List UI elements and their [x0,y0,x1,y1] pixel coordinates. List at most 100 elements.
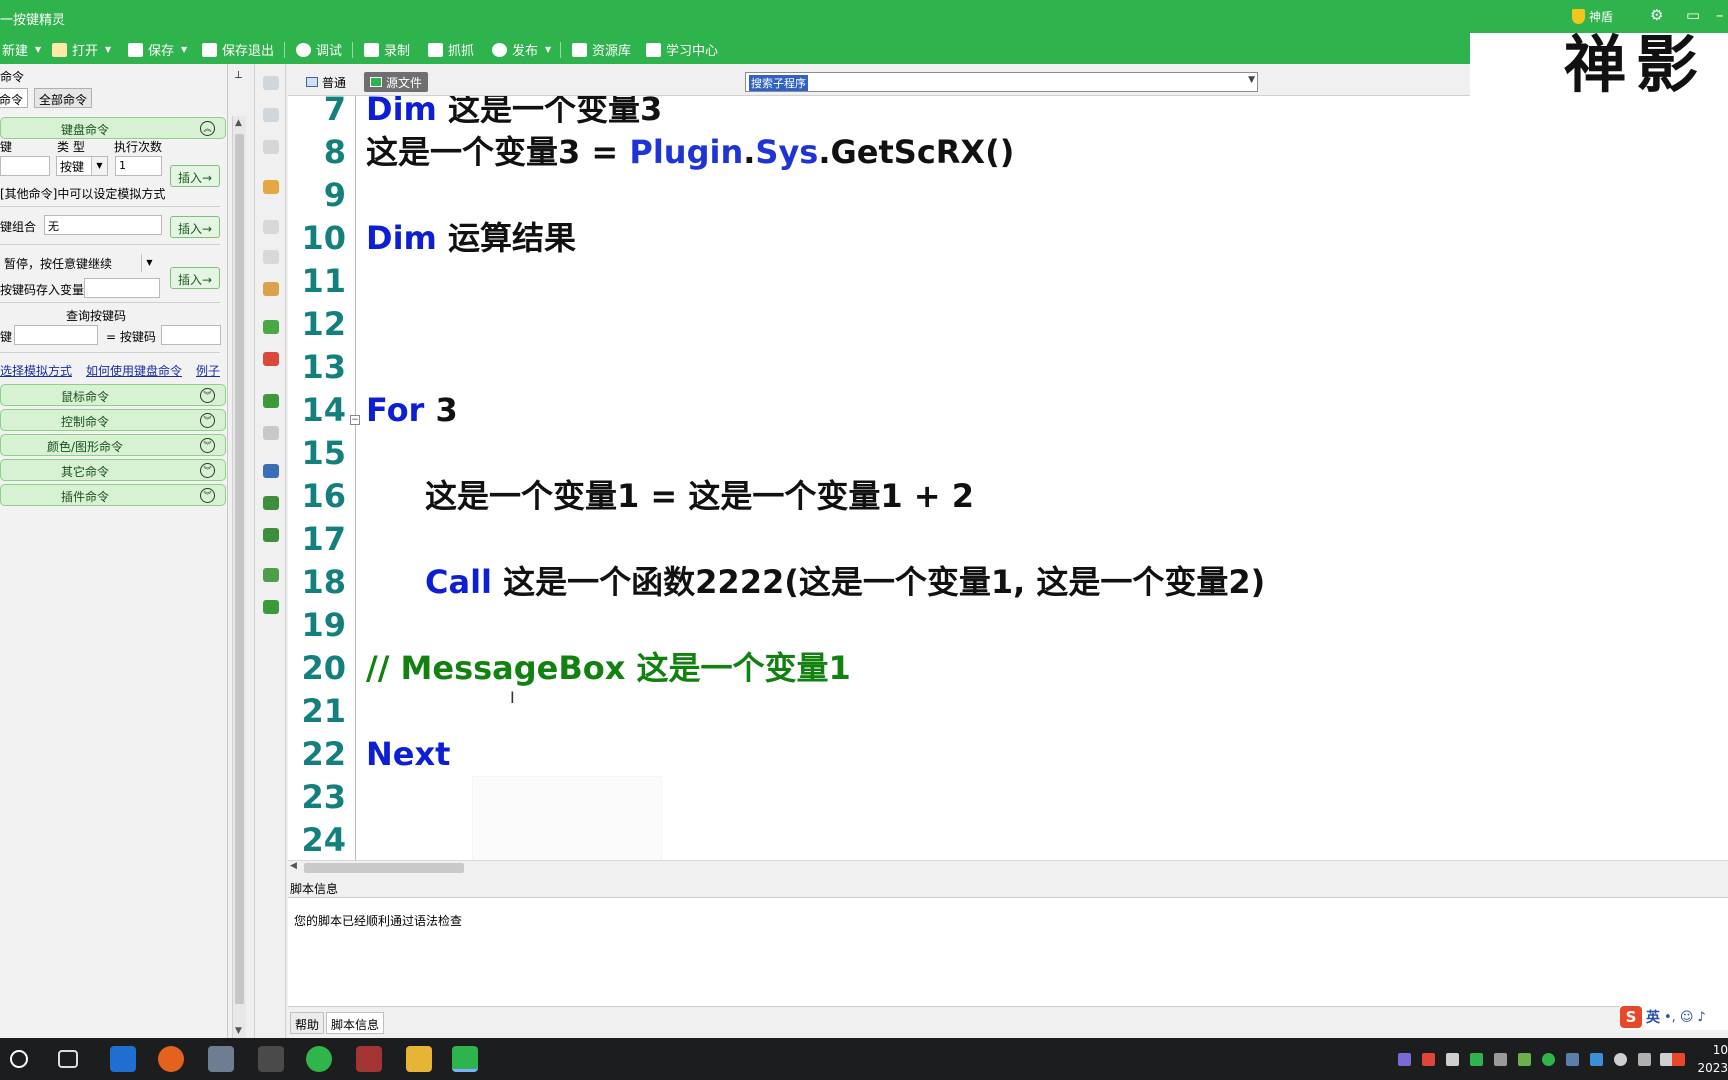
taskbar-firefox-icon[interactable] [158,1046,184,1072]
taskbar-clock[interactable]: 10 2023 [1694,1041,1728,1077]
goto-icon[interactable] [263,464,279,478]
debug-button[interactable]: 调试 [296,40,342,59]
microphone-icon[interactable]: ♪ [1697,1010,1705,1025]
emoji-icon[interactable]: ☺ [1680,1010,1694,1025]
subroutine-search-combo[interactable]: 搜索子程序 ▼ [745,72,1258,92]
taskbar-camera-icon[interactable] [258,1046,284,1072]
insert-pause-button[interactable]: 插入→ [170,267,221,289]
tray-network-icon[interactable] [1590,1053,1603,1066]
tray-microphone-icon[interactable] [1446,1053,1459,1066]
code-line[interactable]: 11 [288,260,1728,303]
tray-nvidia-icon[interactable] [1518,1053,1531,1066]
replace-icon[interactable] [263,528,279,542]
insert-combo-button[interactable]: 插入→ [170,216,221,238]
tray-keyboard-wizard-icon[interactable] [1470,1053,1483,1066]
ime-toolbar[interactable]: S 英 •, ☺ ♪ [1620,1004,1728,1030]
redo-icon[interactable] [263,426,279,440]
code-line[interactable]: 18 Call 这是一个函数2222(这是一个变量1, 这是一个变量2) [288,561,1728,604]
tray-close-icon[interactable] [1614,1053,1627,1066]
query-keycode-output[interactable] [161,325,221,345]
scroll-down-icon[interactable]: ▼ [235,1026,242,1036]
learning-center-button[interactable]: 学习中心 [646,40,718,59]
cut-icon[interactable] [263,220,279,234]
plugin-commands-header[interactable]: 插件命令 ︾ [0,484,226,506]
tray-steam-icon[interactable] [1566,1053,1579,1066]
find-icon[interactable] [263,496,279,510]
paste-icon[interactable] [263,282,279,296]
punctuation-mode[interactable]: •, [1664,1010,1676,1025]
move-up-icon[interactable] [263,108,279,122]
undo-icon[interactable] [263,394,279,408]
execute-count-input[interactable]: 1 [115,156,162,176]
comment-icon[interactable] [263,320,279,334]
key-input[interactable] [0,156,50,176]
resources-button[interactable]: 资源库 [572,40,631,59]
tab-common-commands[interactable]: 常用命令 [0,88,29,108]
code-line[interactable]: 16 这是一个变量1 = 这是一个变量1 + 2 [288,475,1728,518]
tray-icon[interactable] [1422,1053,1435,1066]
code-line[interactable]: 19 [288,604,1728,647]
tray-wechat-icon[interactable] [1542,1053,1555,1066]
publish-button[interactable]: 发布 ▼ [492,40,551,59]
link-select-simulate[interactable]: 选择模拟方式 [0,362,72,379]
code-line[interactable]: 17 [288,518,1728,561]
command-panel-scrollbar[interactable]: ▲ ▼ [232,116,246,1038]
code-line[interactable]: 13 [288,346,1728,389]
hand-icon[interactable] [263,180,279,194]
insert-key-button[interactable]: 插入→ [170,165,221,187]
shield-button[interactable]: 神盾 [1572,8,1613,25]
settings-icon[interactable]: ⚙ [1650,6,1663,24]
control-commands-header[interactable]: 控制命令 ︾ [0,409,226,431]
move-down-icon[interactable] [263,76,279,90]
pin-icon[interactable]: ⊥ [234,70,243,81]
key-type-select[interactable]: 按键 ▼ [56,156,108,176]
code-editor[interactable]: − I 7 Dim 这是一个变量3 8 这是一个变量3 = Plugin.Sys.Ge… [288,96,1728,860]
tab-source-view[interactable]: 源文件 [364,72,429,92]
link-example[interactable]: 例子 [196,362,220,379]
taskbar-file-explorer-icon[interactable] [406,1046,432,1072]
ime-language[interactable]: 英 [1646,1007,1660,1027]
code-line[interactable]: 8 这是一个变量3 = Plugin.Sys.GetScRX() [288,131,1728,174]
code-line[interactable]: 12 [288,303,1728,346]
taskbar-recorder-icon[interactable] [356,1046,382,1072]
code-line[interactable]: 7 Dim 这是一个变量3 [288,96,1728,131]
code-line[interactable]: 22 Next [288,733,1728,776]
task-view-icon[interactable] [58,1050,78,1068]
tab-all-commands[interactable]: 全部命令 [34,88,93,108]
tab-script-info[interactable]: 脚本信息 [326,1012,385,1034]
code-line[interactable]: 14 For 3 [288,389,1728,432]
record-button[interactable]: 录制 [364,40,410,59]
tray-display-icon[interactable] [1638,1053,1651,1066]
view-icon[interactable] [263,600,279,614]
capture-button[interactable]: 抓抓 [428,40,474,59]
keycode-variable-input[interactable] [84,278,160,298]
pause-option-select[interactable]: 暂停，按任意键继续 ▼ [0,253,158,273]
restore-window-icon[interactable]: ▭ [1686,6,1700,24]
mouse-commands-header[interactable]: 鼠标命令 ︾ [0,384,226,406]
tray-sogou-icon[interactable] [1672,1053,1685,1066]
code-line[interactable]: 15 [288,432,1728,475]
delete-icon[interactable] [263,140,279,154]
taskbar-wechat-icon[interactable] [306,1046,332,1072]
color-graphic-commands-header[interactable]: 颜色/图形命令 ︾ [0,434,226,456]
chevron-down-icon[interactable]: ▼ [1248,75,1255,85]
editor-horizontal-scrollbar[interactable]: ◀ [288,860,1728,874]
scroll-up-icon[interactable]: ▲ [235,118,242,128]
tab-normal-view[interactable]: 普通 [300,72,352,92]
code-line[interactable]: 24 [288,819,1728,860]
search-circle-icon[interactable] [10,1050,28,1068]
save-exit-button[interactable]: 保存退出 [202,40,274,59]
key-combo-input[interactable]: 无 [44,215,162,235]
taskbar-app-mail-icon[interactable] [110,1046,136,1072]
other-commands-header[interactable]: 其它命令 ︾ [0,459,226,481]
link-how-to-use-keyboard[interactable]: 如何使用键盘命令 [86,362,182,379]
scroll-left-icon[interactable]: ◀ [290,861,297,871]
new-button[interactable]: 新建 ▼ [2,40,41,59]
code-line[interactable]: 9 [288,174,1728,217]
query-key-input[interactable] [14,325,98,345]
tab-help[interactable]: 帮助 [290,1012,325,1034]
save-button[interactable]: 保存 ▼ [128,40,187,59]
uncomment-icon[interactable] [263,352,279,366]
code-line[interactable]: 20 // MessageBox 这是一个变量1 [288,647,1728,690]
scroll-thumb[interactable] [235,134,244,1004]
